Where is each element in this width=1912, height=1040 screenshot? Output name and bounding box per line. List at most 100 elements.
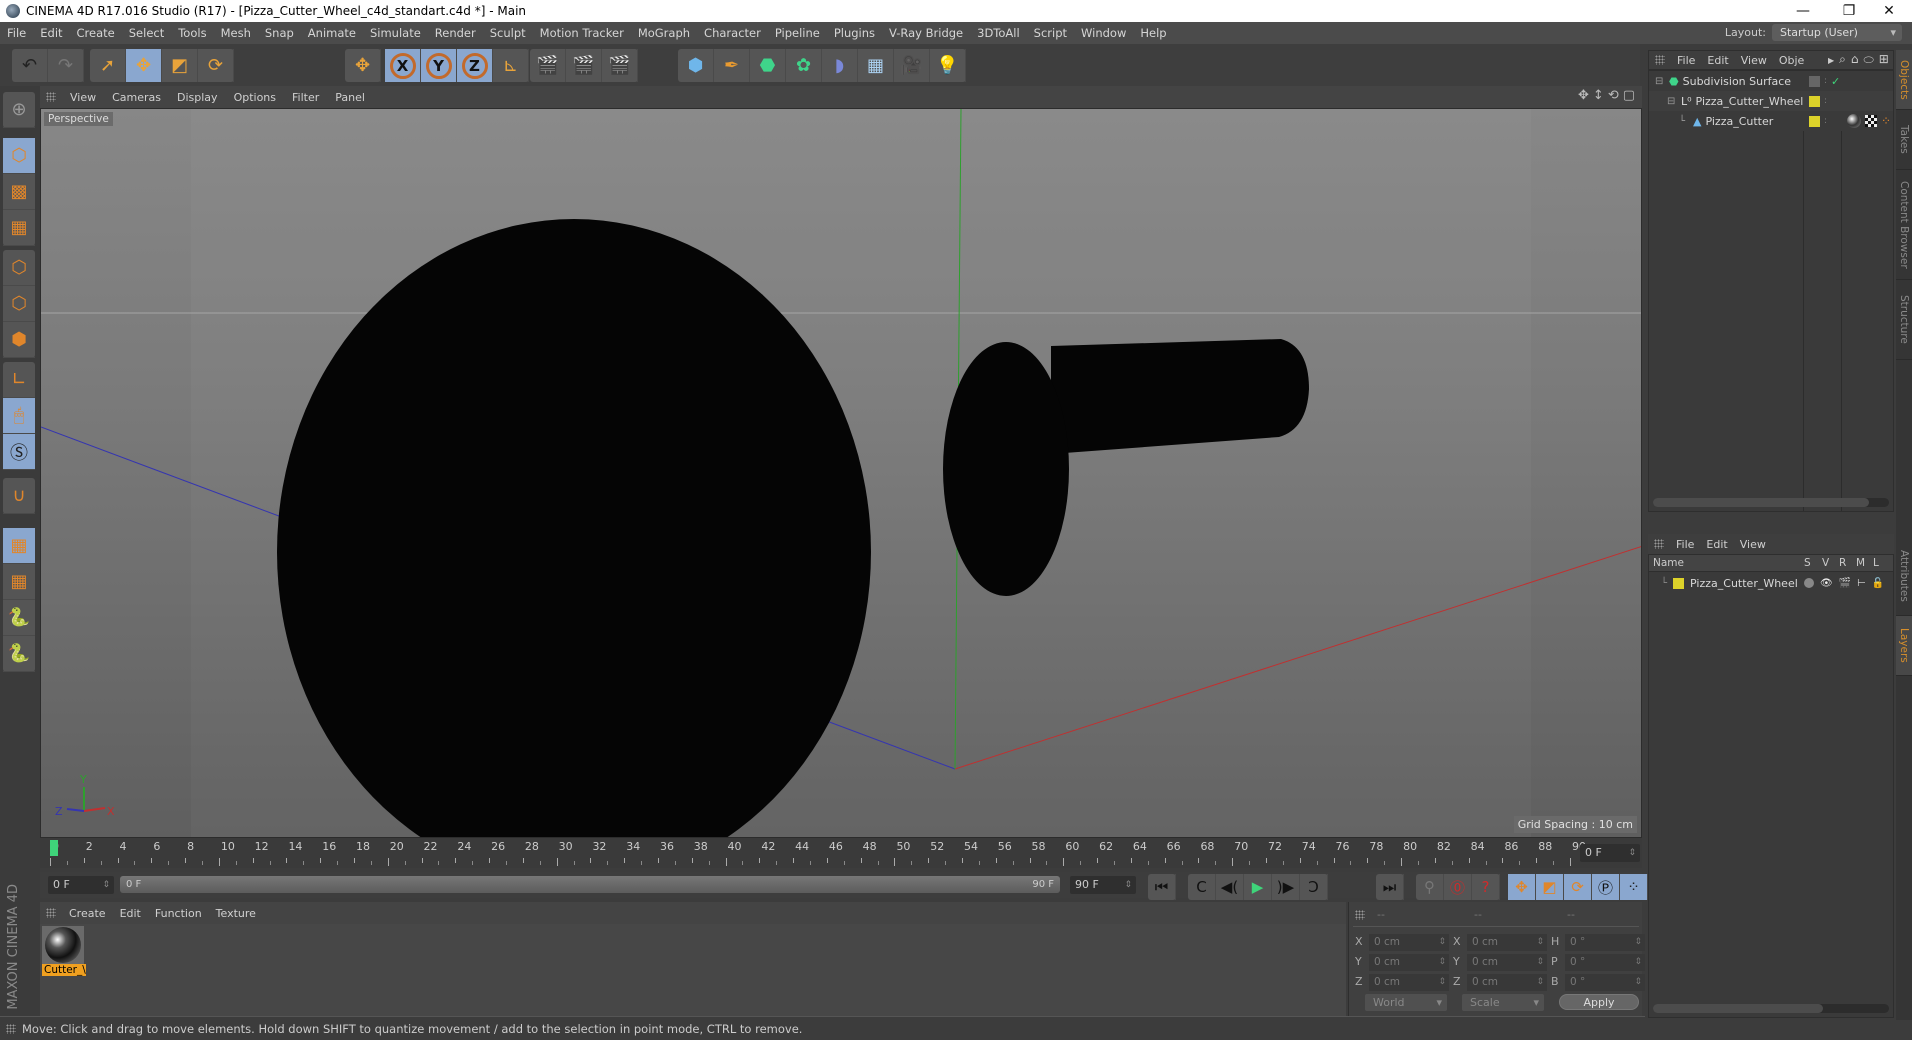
menu-window[interactable]: Window bbox=[1074, 26, 1133, 40]
layer-column-s[interactable]: S bbox=[1804, 557, 1811, 569]
side-tab-objects[interactable]: Objects bbox=[1896, 50, 1912, 110]
object-menu-obje[interactable]: Obje bbox=[1773, 54, 1810, 67]
menu-plugins[interactable]: Plugins bbox=[827, 26, 882, 40]
menu-select[interactable]: Select bbox=[122, 26, 171, 40]
new-window-icon[interactable]: ⊞ bbox=[1879, 52, 1894, 66]
size-field[interactable]: 0 cm bbox=[1467, 954, 1547, 971]
layer-column-name[interactable]: Name bbox=[1653, 557, 1684, 569]
menu-pipeline[interactable]: Pipeline bbox=[768, 26, 827, 40]
render-settings-button[interactable]: 🎬 bbox=[602, 49, 638, 82]
visibility-dots-icon[interactable]: : bbox=[1824, 116, 1827, 126]
object-row[interactable]: ⊟ ⬣ Subdivision Surface: ✓ bbox=[1649, 71, 1893, 91]
polygons-mode-button[interactable]: ⬢ bbox=[3, 322, 35, 358]
key-position-button[interactable]: ✥ bbox=[1508, 874, 1536, 900]
motion-record-button[interactable]: ⚲ bbox=[1416, 874, 1444, 900]
z-axis-button[interactable]: Z bbox=[457, 49, 493, 82]
layer-column-l[interactable]: L bbox=[1873, 557, 1879, 569]
panel-grip-icon[interactable] bbox=[46, 908, 56, 918]
layer-name[interactable]: Pizza_Cutter_Wheel bbox=[1690, 577, 1798, 590]
visibility-filter-icon[interactable]: ⬭ bbox=[1864, 52, 1879, 66]
menu-sculpt[interactable]: Sculpt bbox=[483, 26, 533, 40]
python-script-button[interactable]: 🐍 bbox=[3, 636, 35, 672]
visible-flag-icon[interactable]: 👁 bbox=[1820, 578, 1833, 589]
dolly-view-icon[interactable]: ↕ bbox=[1593, 88, 1608, 103]
tree-toggle-icon[interactable]: ⊟ bbox=[1655, 76, 1667, 87]
panel-grip-icon[interactable] bbox=[1355, 910, 1365, 920]
material-tag-icon[interactable] bbox=[1847, 114, 1861, 128]
autokey-help-button[interactable]: ? bbox=[1472, 874, 1500, 900]
coordinate-system-button[interactable]: ⊾ bbox=[493, 49, 529, 82]
position-field[interactable]: 0 cm bbox=[1369, 974, 1449, 991]
render-flag-icon[interactable]: 🎬 bbox=[1839, 578, 1851, 589]
next-key-button[interactable]: Ɔ bbox=[1300, 874, 1328, 900]
live-selection-button[interactable]: ➚ bbox=[90, 49, 126, 82]
layer-column-r[interactable]: R bbox=[1839, 557, 1846, 569]
enabled-check-icon[interactable]: ✓ bbox=[1831, 75, 1840, 88]
menu-animate[interactable]: Animate bbox=[301, 26, 363, 40]
size-field[interactable]: 0 cm bbox=[1467, 934, 1547, 951]
menu-edit[interactable]: Edit bbox=[33, 26, 69, 40]
pizza-cutter-handle[interactable] bbox=[1051, 339, 1309, 454]
axis-mode-button[interactable]: ∟ bbox=[3, 362, 35, 398]
object-manager-scrollbar[interactable] bbox=[1653, 498, 1889, 507]
object-row[interactable]: ⊟ L⁰ Pizza_Cutter_Wheel: bbox=[1649, 91, 1893, 111]
render-view-button[interactable]: 🎬 bbox=[530, 49, 566, 82]
rotation-field[interactable]: 0 ° bbox=[1565, 974, 1645, 991]
close-button[interactable]: ✕ bbox=[1866, 0, 1912, 22]
menu-character[interactable]: Character bbox=[697, 26, 768, 40]
move-button[interactable]: ✥ bbox=[126, 49, 162, 82]
side-tab-structure[interactable]: Structure bbox=[1896, 280, 1912, 360]
3d-viewport[interactable]: Perspective Y X Z Grid Spacing : 10 cm bbox=[40, 108, 1642, 838]
light-button[interactable]: 💡 bbox=[930, 49, 966, 82]
menu-render[interactable]: Render bbox=[428, 26, 483, 40]
viewport-menu-display[interactable]: Display bbox=[169, 91, 226, 104]
material-menu-edit[interactable]: Edit bbox=[113, 907, 148, 920]
panel-grip-icon[interactable] bbox=[1655, 55, 1665, 65]
layer-color-icon[interactable] bbox=[1809, 95, 1820, 107]
material-menu-texture[interactable]: Texture bbox=[209, 907, 263, 920]
pan-view-icon[interactable]: ✥ bbox=[1578, 88, 1593, 103]
redo-button[interactable]: ↷ bbox=[48, 49, 84, 82]
undo-button[interactable]: ↶ bbox=[12, 49, 48, 82]
layer-column-m[interactable]: M bbox=[1856, 557, 1865, 569]
layer-row[interactable]: └ Pizza_Cutter_Wheel 👁 🎬 ⊢ 🔓 bbox=[1649, 573, 1893, 593]
make-editable-button[interactable]: ⊕ bbox=[3, 92, 35, 128]
apply-button[interactable]: Apply bbox=[1559, 994, 1639, 1010]
go-to-start-button[interactable]: ⏮ bbox=[1148, 874, 1176, 900]
current-frame-field[interactable]: 0 F bbox=[1580, 844, 1640, 862]
move-tool-button[interactable]: ✥ bbox=[345, 49, 381, 82]
menu-script[interactable]: Script bbox=[1027, 26, 1074, 40]
size-field[interactable]: 0 cm bbox=[1467, 974, 1547, 991]
go-to-end-button[interactable]: ⏭ bbox=[1376, 874, 1404, 900]
phong-tag-icon[interactable]: ⁘ bbox=[1881, 114, 1891, 128]
material-menu-function[interactable]: Function bbox=[148, 907, 209, 920]
x-axis-button[interactable]: X bbox=[385, 49, 421, 82]
menu-3dtoall[interactable]: 3DToAll bbox=[970, 26, 1027, 40]
viewport-menu-cameras[interactable]: Cameras bbox=[104, 91, 169, 104]
material-menu-create[interactable]: Create bbox=[62, 907, 113, 920]
toggle-layout-icon[interactable]: ▢ bbox=[1623, 88, 1639, 103]
texture-mode-button[interactable]: ▩ bbox=[3, 174, 35, 210]
range-end-field[interactable]: 90 F bbox=[1070, 876, 1136, 894]
viewport-menu-panel[interactable]: Panel bbox=[327, 91, 373, 104]
side-tab-takes[interactable]: Takes bbox=[1896, 110, 1912, 170]
viewport-menu-filter[interactable]: Filter bbox=[284, 91, 327, 104]
rotation-field[interactable]: 0 ° bbox=[1565, 954, 1645, 971]
side-tab-content-browser[interactable]: Content Browser bbox=[1896, 170, 1912, 280]
search-icon[interactable]: ⌕ bbox=[1839, 52, 1851, 66]
layer-color-disabled-icon[interactable] bbox=[1809, 75, 1820, 87]
more-menu-icon[interactable]: ▶ bbox=[1828, 56, 1839, 65]
python-button[interactable]: 🐍 bbox=[3, 600, 35, 636]
render-picture-viewer-button[interactable]: 🎬 bbox=[566, 49, 602, 82]
minimize-button[interactable]: — bbox=[1780, 0, 1826, 22]
object-name[interactable]: Pizza_Cutter_Wheel bbox=[1696, 95, 1804, 108]
position-field[interactable]: 0 cm bbox=[1369, 934, 1449, 951]
cloner-button[interactable]: ✿ bbox=[786, 49, 822, 82]
side-tab-layers[interactable]: Layers bbox=[1896, 616, 1912, 676]
layer-menu-file[interactable]: File bbox=[1670, 538, 1700, 551]
layer-menu-edit[interactable]: Edit bbox=[1700, 538, 1733, 551]
menu-help[interactable]: Help bbox=[1133, 26, 1173, 40]
camera-button[interactable]: 🎥 bbox=[894, 49, 930, 82]
object-row[interactable]: └ ▲ Pizza_Cutter: ⁘ bbox=[1649, 111, 1893, 131]
cube-button[interactable]: ⬢ bbox=[678, 49, 714, 82]
